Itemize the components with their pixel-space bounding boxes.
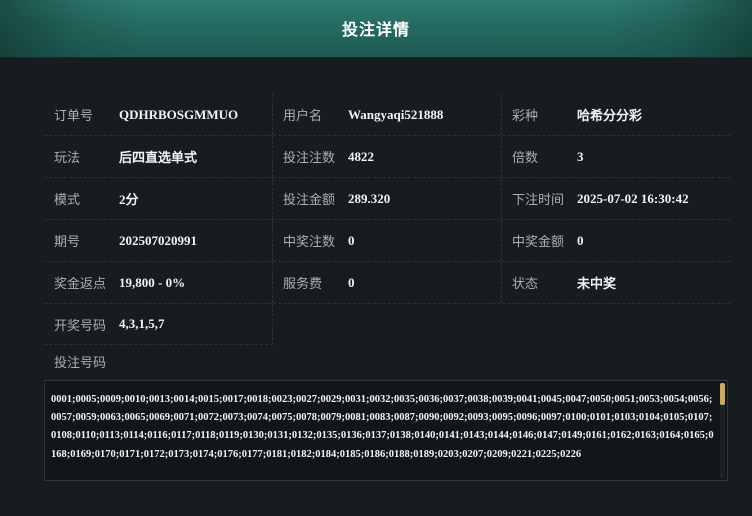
time-value: 2025-07-02 16:30:42 — [577, 190, 689, 206]
dialog-title: 投注详情 — [341, 22, 410, 39]
bet-numbers-text: 0001;0005;0009;0010;0013;0014;0015;0017;… — [51, 394, 714, 460]
bet-numbers-box[interactable]: 0001;0005;0009;0010;0013;0014;0015;0017;… — [44, 380, 728, 481]
issue-value: 202507020991 — [119, 232, 197, 248]
win-count-value: 0 — [348, 232, 355, 248]
play-cell: 玩法 后四直选单式 — [44, 136, 273, 177]
rebate-cell: 奖金返点 19,800 - 0% — [44, 262, 273, 303]
rebate-value: 19,800 - 0% — [119, 274, 186, 290]
status-value: 未中奖 — [577, 276, 617, 291]
lottery-label: 彩种 — [512, 109, 539, 124]
issue-label: 期号 — [54, 235, 81, 250]
status-label: 状态 — [512, 277, 539, 292]
bets-cell: 投注注数 4822 — [273, 136, 502, 177]
bets-label: 投注注数 — [283, 151, 336, 166]
mode-label: 模式 — [54, 193, 81, 208]
user-cell: 用户名 Wangyaqi521888 — [273, 94, 502, 135]
detail-row: 玩法 后四直选单式 投注注数 4822 倍数 3 — [44, 136, 730, 178]
play-value: 后四直选单式 — [119, 150, 198, 165]
issue-cell: 期号 202507020991 — [44, 220, 273, 261]
detail-row: 期号 202507020991 中奖注数 0 中奖金额 0 — [44, 220, 730, 262]
time-cell: 下注时间 2025-07-02 16:30:42 — [502, 178, 730, 219]
draw-value: 4,3,1,5,7 — [119, 316, 165, 331]
user-label: 用户名 — [283, 109, 323, 124]
user-value: Wangyaqi521888 — [348, 106, 444, 122]
order-value: QDHRBOSGMMUO — [119, 106, 239, 122]
win-count-cell: 中奖注数 0 — [273, 220, 502, 261]
order-label: 订单号 — [54, 109, 94, 124]
mode-cell: 模式 2分 — [44, 178, 273, 219]
detail-row: 开奖号码 4,3,1,5,7 — [44, 304, 730, 345]
draw-label: 开奖号码 — [54, 318, 107, 334]
time-label: 下注时间 — [512, 193, 565, 208]
lottery-cell: 彩种 哈希分分彩 — [502, 94, 730, 135]
play-label: 玩法 — [54, 151, 81, 166]
fee-label: 服务费 — [283, 277, 323, 292]
win-amount-label: 中奖金额 — [512, 235, 565, 250]
multiple-value: 3 — [577, 148, 584, 164]
detail-row: 订单号 QDHRBOSGMMUO 用户名 Wangyaqi521888 彩种 哈… — [44, 94, 730, 136]
amount-cell: 投注金额 289.320 — [273, 178, 502, 219]
multiple-cell: 倍数 3 — [502, 136, 730, 177]
mode-value: 2分 — [119, 192, 139, 207]
win-amount-cell: 中奖金额 0 — [502, 220, 730, 261]
bets-value: 4822 — [348, 148, 374, 164]
fee-cell: 服务费 0 — [273, 262, 502, 303]
amount-value: 289.320 — [348, 190, 391, 206]
bet-numbers-label: 投注号码 — [54, 356, 107, 371]
fee-value: 0 — [348, 274, 355, 290]
win-amount-value: 0 — [577, 232, 584, 248]
detail-row: 奖金返点 19,800 - 0% 服务费 0 状态 未中奖 — [44, 262, 730, 304]
lottery-value: 哈希分分彩 — [577, 108, 643, 123]
order-cell: 订单号 QDHRBOSGMMUO — [44, 94, 273, 135]
rebate-label: 奖金返点 — [54, 277, 107, 292]
detail-grid: 订单号 QDHRBOSGMMUO 用户名 Wangyaqi521888 彩种 哈… — [44, 94, 730, 345]
scrollbar-thumb[interactable] — [720, 383, 725, 405]
bet-detail-dialog: 投注详情 订单号 QDHRBOSGMMUO 用户名 Wangyaqi521888… — [0, 0, 752, 516]
win-count-label: 中奖注数 — [283, 235, 336, 250]
multiple-label: 倍数 — [512, 151, 539, 166]
draw-cell: 开奖号码 4,3,1,5,7 — [44, 304, 273, 345]
status-cell: 状态 未中奖 — [502, 262, 730, 303]
amount-label: 投注金额 — [283, 193, 336, 208]
detail-row: 模式 2分 投注金额 289.320 下注时间 2025-07-02 16:30… — [44, 178, 730, 220]
dialog-header: 投注详情 — [0, 0, 752, 58]
